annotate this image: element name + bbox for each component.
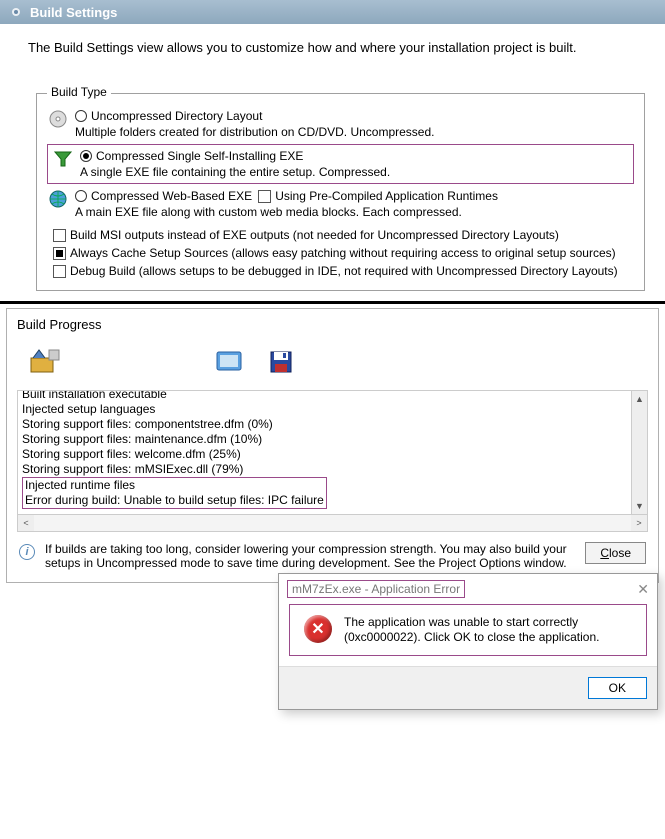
vertical-scrollbar[interactable]: ▲ ▼ [631, 391, 647, 514]
build-progress-panel: Build Progress Created Windows Installer… [6, 308, 659, 583]
build-type-legend: Build Type [47, 85, 111, 99]
log-content: Created Windows Installer database Built… [22, 391, 629, 509]
check-row-debug: Debug Build (allows setups to be debugge… [53, 262, 634, 280]
close-label-rest: lose [609, 546, 631, 560]
scroll-up-icon[interactable]: ▲ [632, 391, 647, 407]
close-icon[interactable]: ✕ [637, 581, 649, 598]
radio-compressed-exe[interactable] [80, 150, 92, 162]
build-type-option-compressed-exe-highlight: Compressed Single Self-Installing EXE A … [47, 144, 634, 184]
application-error-dialog: mM7zEx.exe - Application Error ✕ ✕ The a… [278, 573, 658, 710]
checkbox-label: Debug Build (allows setups to be debugge… [70, 262, 618, 280]
check-row-cache: Always Cache Setup Sources (allows easy … [53, 244, 634, 262]
ok-button[interactable]: OK [588, 677, 647, 699]
log-error-highlight: Injected runtime files Error during buil… [22, 477, 327, 509]
build-type-option-web: Compressed Web-Based EXE Using Pre-Compi… [47, 188, 634, 220]
dialog-message: The application was unable to start corr… [344, 615, 632, 645]
scroll-down-icon[interactable]: ▼ [632, 498, 647, 514]
log-line: Injected runtime files [25, 478, 324, 493]
checkbox-label: Always Cache Setup Sources (allows easy … [70, 244, 616, 262]
settings-header: Build Settings [0, 0, 665, 24]
build-icon[interactable] [25, 346, 65, 378]
error-icon: ✕ [304, 615, 332, 643]
close-button[interactable]: Close [585, 542, 646, 564]
globe-icon [47, 188, 69, 209]
option-desc: A single EXE file containing the entire … [80, 165, 629, 180]
funnel-icon [52, 148, 74, 169]
log-line: Storing support files: mMSIExec.dll (79%… [22, 462, 629, 477]
tip-text: If builds are taking too long, consider … [45, 542, 575, 570]
log-line: Storing support files: maintenance.dfm (… [22, 432, 629, 447]
save-icon[interactable] [261, 346, 301, 378]
scroll-right-icon[interactable]: > [631, 515, 647, 531]
build-type-fieldset: Build Type Uncompressed Directory Layout… [36, 93, 645, 291]
dialog-title: mM7zEx.exe - Application Error [287, 580, 465, 598]
gear-icon [8, 4, 24, 20]
info-icon: i [19, 544, 35, 560]
horizontal-scrollbar[interactable]: < > [18, 514, 647, 531]
log-line: Injected setup languages [22, 402, 629, 417]
option-desc: Multiple folders created for distributio… [75, 125, 634, 140]
radio-web[interactable] [75, 190, 87, 202]
option-label: Compressed Web-Based EXE [91, 188, 252, 204]
log-line: Storing support files: welcome.dfm (25%) [22, 447, 629, 462]
checkbox-cache[interactable] [53, 247, 66, 260]
option-label: Uncompressed Directory Layout [91, 108, 262, 124]
checkbox-precompiled-label: Using Pre-Compiled Application Runtimes [275, 188, 498, 204]
log-line: Storing support files: componentstree.df… [22, 417, 629, 432]
log-line: Built installation executable [22, 391, 629, 402]
option-label: Compressed Single Self-Installing EXE [96, 148, 303, 164]
header-title: Build Settings [30, 5, 117, 20]
build-log: Created Windows Installer database Built… [17, 390, 648, 532]
intro-text: The Build Settings view allows you to cu… [0, 24, 665, 63]
checkbox-debug[interactable] [53, 265, 66, 278]
build-type-option-uncompressed: Uncompressed Directory Layout Multiple f… [47, 108, 634, 140]
option-desc: A main EXE file along with custom web me… [75, 205, 634, 220]
radio-uncompressed[interactable] [75, 110, 87, 122]
check-row-msi: Build MSI outputs instead of EXE outputs… [53, 226, 634, 244]
separator [0, 301, 665, 304]
screen-icon[interactable] [209, 346, 249, 378]
build-progress-title: Build Progress [7, 309, 658, 332]
cd-icon [47, 108, 69, 129]
checkbox-msi[interactable] [53, 229, 66, 242]
checkbox-label: Build MSI outputs instead of EXE outputs… [70, 226, 559, 244]
log-line: Error during build: Unable to build setu… [25, 493, 324, 508]
scroll-left-icon[interactable]: < [18, 515, 34, 531]
checkbox-precompiled[interactable] [258, 190, 271, 203]
